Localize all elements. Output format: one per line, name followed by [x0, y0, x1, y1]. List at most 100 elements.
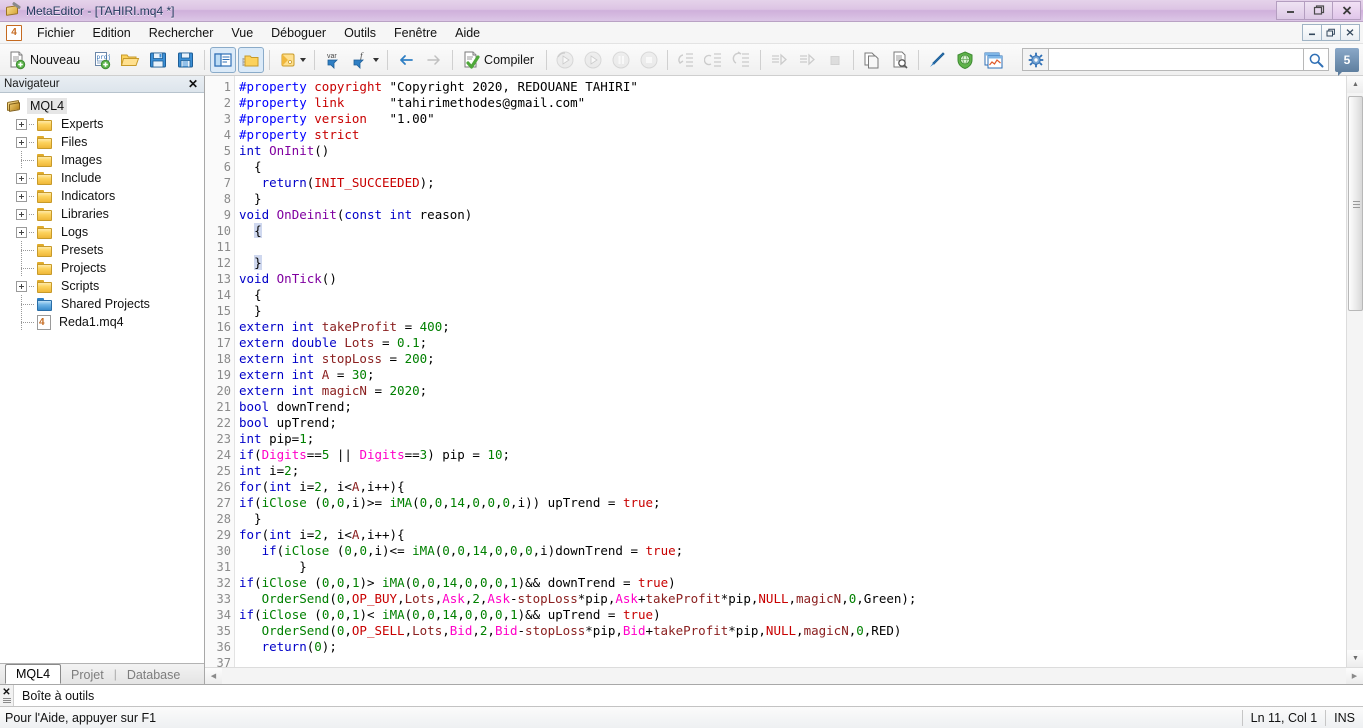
menu-rechercher[interactable]: Rechercher [140, 23, 223, 43]
bookmark-button[interactable] [275, 47, 309, 73]
expand-plus-icon[interactable] [16, 191, 27, 202]
save-button[interactable] [145, 47, 171, 73]
sidebar-item-files[interactable]: Files [0, 133, 204, 151]
sidebar-item-scripts[interactable]: Scripts [0, 277, 204, 295]
metaquotes-market-button[interactable] [952, 47, 978, 73]
code-line[interactable]: #property strict [239, 127, 1346, 143]
sidebar-item-logs[interactable]: Logs [0, 223, 204, 241]
code-line[interactable] [239, 239, 1346, 255]
style-button[interactable] [924, 47, 950, 73]
close-icon[interactable]: ✕ [186, 77, 200, 91]
code-line[interactable]: OrderSend(0,OP_SELL,Lots,Bid,2,Bid-stopL… [239, 623, 1346, 639]
code-line[interactable]: extern int takeProfit = 400; [239, 319, 1346, 335]
sidebar-item-reda1-mq4[interactable]: 4 Reda1.mq4 [0, 313, 204, 331]
code-line[interactable]: extern double Lots = 0.1; [239, 335, 1346, 351]
open-chart-button[interactable] [980, 47, 1006, 73]
menu-edition[interactable]: Edition [84, 23, 140, 43]
new-project-button[interactable]: proj [89, 47, 115, 73]
mdi-restore-button[interactable] [1321, 24, 1341, 41]
sidebar-item-images[interactable]: Images [0, 151, 204, 169]
editor-vertical-scrollbar[interactable]: ▲ ▼ [1346, 76, 1363, 667]
chevron-down-icon[interactable] [373, 58, 379, 62]
code-line[interactable]: if(iClose (0,0,1)< iMA(0,0,14,0,0,0,1)&&… [239, 607, 1346, 623]
scroll-up-arrow-icon[interactable]: ▲ [1347, 76, 1363, 93]
code-line[interactable]: } [239, 255, 1346, 271]
chevron-down-icon[interactable] [300, 58, 306, 62]
code-editor[interactable]: 1234567891011121314151617181920212223242… [205, 76, 1346, 667]
code-line[interactable]: #property link "tahirimethodes@gmail.com… [239, 95, 1346, 111]
expand-plus-icon[interactable] [16, 119, 27, 130]
code-line[interactable]: } [239, 303, 1346, 319]
navigate-back-button[interactable] [393, 47, 419, 73]
scroll-down-arrow-icon[interactable]: ▼ [1347, 650, 1363, 667]
expand-plus-icon[interactable] [16, 137, 27, 148]
tab-mql4[interactable]: MQL4 [5, 664, 61, 684]
debug-pause-button[interactable] [608, 47, 634, 73]
minimize-button[interactable] [1276, 1, 1305, 20]
expand-plus-icon[interactable] [16, 281, 27, 292]
code-line[interactable]: } [239, 511, 1346, 527]
compile-button[interactable]: Compiler [458, 47, 541, 73]
code-line[interactable]: bool downTrend; [239, 399, 1346, 415]
step-out-button[interactable] [729, 47, 755, 73]
code-line[interactable]: { [239, 287, 1346, 303]
code-line[interactable]: return(INIT_SUCCEEDED); [239, 175, 1346, 191]
code-line[interactable]: extern int A = 30; [239, 367, 1346, 383]
code-line[interactable]: for(int i=2, i<A,i++){ [239, 527, 1346, 543]
mdi-minimize-button[interactable] [1302, 24, 1322, 41]
code-line[interactable]: bool upTrend; [239, 415, 1346, 431]
code-line[interactable]: #property version "1.00" [239, 111, 1346, 127]
code-line[interactable]: void OnTick() [239, 271, 1346, 287]
code-text[interactable]: #property copyright "Copyright 2020, RED… [235, 76, 1346, 667]
tree-node-root[interactable]: MQL4 [0, 97, 204, 115]
code-line[interactable]: int pip=1; [239, 431, 1346, 447]
code-line[interactable]: if(iClose (0,0,i)<= iMA(0,0,14,0,0,0,i)d… [239, 543, 1346, 559]
search-input[interactable] [1048, 48, 1303, 71]
tab-database[interactable]: Database [117, 665, 191, 684]
debug-stop-button[interactable] [636, 47, 662, 73]
navigate-forward-button[interactable] [421, 47, 447, 73]
menu-lines-icon[interactable] [3, 698, 11, 704]
code-line[interactable]: int OnInit() [239, 143, 1346, 159]
code-line[interactable]: if(iClose (0,0,i)>= iMA(0,0,14,0,0,0,i))… [239, 495, 1346, 511]
toggle-breakpoint-button[interactable] [794, 47, 820, 73]
toggle-navigator-button[interactable] [210, 47, 236, 73]
sidebar-item-experts[interactable]: Experts [0, 115, 204, 133]
code-line[interactable]: { [239, 223, 1346, 239]
open-file-button[interactable] [117, 47, 143, 73]
code-line[interactable]: int i=2; [239, 463, 1346, 479]
search-go-button[interactable] [1303, 48, 1329, 71]
code-line[interactable]: } [239, 191, 1346, 207]
maximize-button[interactable] [1304, 1, 1333, 20]
code-line[interactable]: { [239, 159, 1346, 175]
run-to-cursor-button[interactable] [766, 47, 792, 73]
expand-plus-icon[interactable] [16, 227, 27, 238]
code-line[interactable]: void OnDeinit(const int reason) [239, 207, 1346, 223]
mql-community-badge[interactable]: 5 [1335, 48, 1359, 72]
save-all-button[interactable] [173, 47, 199, 73]
code-line[interactable]: } [239, 559, 1346, 575]
stop-debug-button[interactable] [822, 47, 848, 73]
insert-function-button[interactable]: f [348, 47, 382, 73]
close-button[interactable] [1332, 1, 1361, 20]
copy-button[interactable] [859, 47, 885, 73]
menu-deboguer[interactable]: Déboguer [262, 23, 335, 43]
new-file-button[interactable]: Nouveau [4, 47, 87, 73]
debug-restart-button[interactable] [552, 47, 578, 73]
sidebar-item-presets[interactable]: Presets [0, 241, 204, 259]
menu-fenetre[interactable]: Fenêtre [385, 23, 446, 43]
code-line[interactable]: return(0); [239, 639, 1346, 655]
sidebar-item-projects[interactable]: Projects [0, 259, 204, 277]
code-line[interactable]: for(int i=2, i<A,i++){ [239, 479, 1346, 495]
code-line[interactable]: if(iClose (0,0,1)> iMA(0,0,14,0,0,0,1)&&… [239, 575, 1346, 591]
close-icon[interactable]: ✕ [2, 688, 10, 697]
sidebar-item-shared-projects[interactable]: Shared Projects [0, 295, 204, 313]
tab-projet[interactable]: Projet [61, 665, 114, 684]
code-line[interactable]: #property copyright "Copyright 2020, RED… [239, 79, 1346, 95]
code-line[interactable]: extern int stopLoss = 200; [239, 351, 1346, 367]
vertical-scroll-thumb[interactable] [1348, 96, 1363, 311]
menu-outils[interactable]: Outils [335, 23, 385, 43]
sidebar-item-include[interactable]: Include [0, 169, 204, 187]
step-into-button[interactable] [673, 47, 699, 73]
insert-variable-button[interactable]: var [320, 47, 346, 73]
